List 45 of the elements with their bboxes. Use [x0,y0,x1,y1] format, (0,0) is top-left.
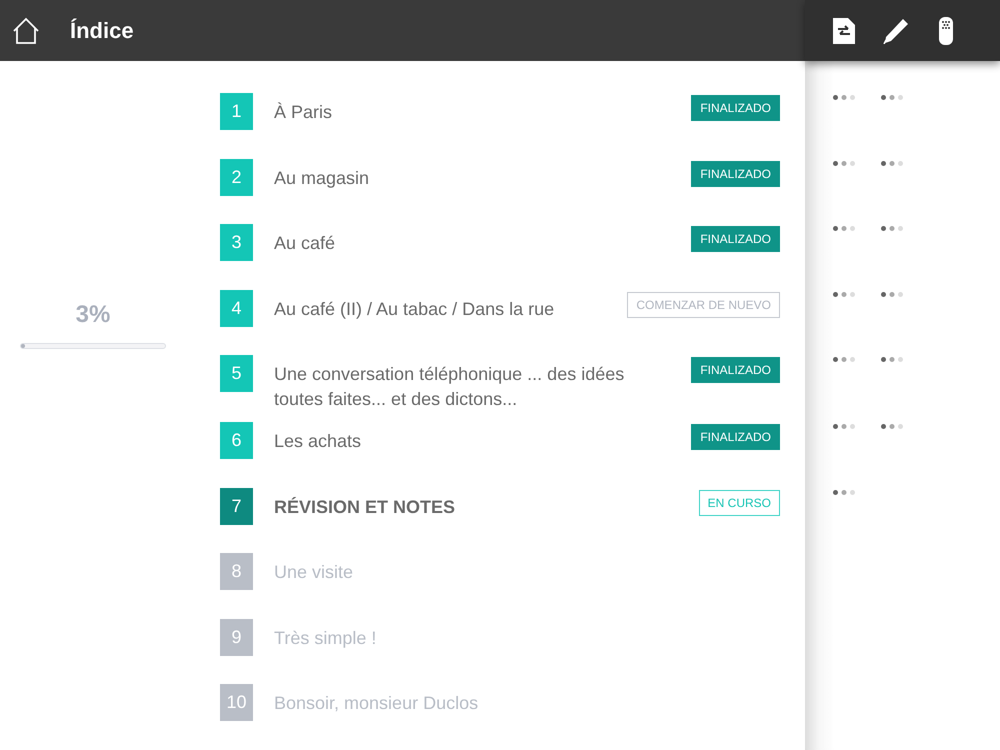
lesson-title[interactable]: RÉVISION ET NOTES [274,494,634,520]
lesson-title[interactable]: Les achats [274,429,634,454]
lesson-number: 4 [220,290,253,326]
dots-icon [881,424,903,430]
dots-icon [881,160,903,166]
dots-icon [833,226,855,231]
dots-icon [833,357,855,362]
home-icon[interactable] [12,16,40,44]
pencil-icon[interactable] [883,18,909,44]
dots-icon [833,160,855,166]
dots-icon [833,95,855,100]
lesson-number: 1 [220,93,253,130]
lesson-number: 2 [220,158,253,196]
lesson-number: 6 [220,422,253,460]
lesson-title[interactable]: Au café [274,231,634,256]
dots-icon [881,226,903,231]
lesson-title[interactable]: Au magasin [274,166,634,190]
microphone-icon[interactable] [937,16,955,44]
dots-icon [833,490,855,495]
status-badge: FINALIZADO [691,226,780,252]
dots-icon [833,292,855,296]
lesson-title: Bonsoir, monsieur Duclos [274,692,480,716]
lesson-title: Une visite [274,561,354,584]
status-badge: FINALIZADO [691,424,780,450]
lesson-title[interactable]: À Paris [274,100,634,125]
lesson-title[interactable]: Une conversation téléphonique ... des idées toutes faites... et des dictons... [274,362,634,412]
status-badge: EN CURSO [698,490,780,516]
lesson-title[interactable]: Au café (II) / Au tabac / Dans la rue [274,296,628,322]
lesson-title: Très simple ! [274,626,378,650]
dots-icon [881,357,903,362]
page-title: Índice [70,18,134,44]
dots-icon [833,424,855,430]
dots-icon [881,95,903,100]
lesson-number: 8 [220,553,253,590]
status-badge: FINALIZADO [691,95,780,121]
document-swap-icon[interactable] [833,18,855,44]
lesson-number: 5 [220,355,253,392]
lesson-number: 10 [220,684,253,722]
progress-percent: 3% [76,301,110,329]
lesson-number: 9 [220,618,253,656]
status-badge: FINALIZADO [691,357,780,383]
dots-icon [881,292,903,296]
lesson-number: 7 [220,488,253,525]
lesson-number: 3 [220,224,253,261]
status-badge: FINALIZADO [691,160,780,186]
